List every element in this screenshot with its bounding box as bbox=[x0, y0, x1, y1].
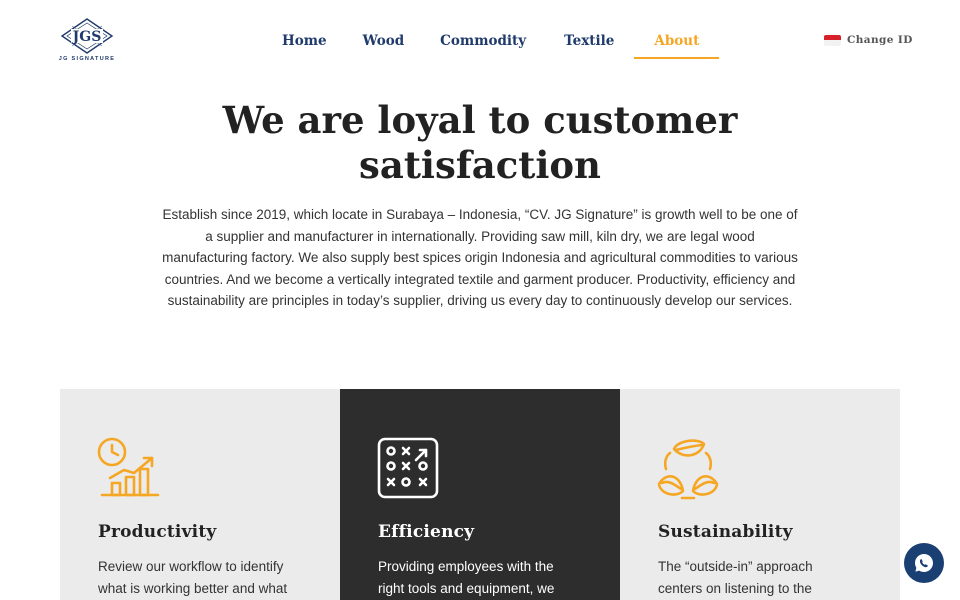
whatsapp-icon bbox=[915, 554, 933, 572]
card-text: Providing employees with the right tools… bbox=[378, 559, 555, 596]
brand-caption: JG SIGNATURE bbox=[58, 56, 116, 62]
brand-logo[interactable]: JGS JG SIGNATURE bbox=[56, 18, 118, 64]
nav-wood[interactable]: Wood bbox=[363, 22, 405, 58]
svg-text:JGS: JGS bbox=[71, 29, 102, 45]
language-switcher[interactable]: Change ID bbox=[824, 34, 913, 46]
nav-commodity[interactable]: Commodity bbox=[440, 22, 526, 58]
card-productivity: Productivity Review our workflow to iden… bbox=[60, 389, 340, 600]
principles-cards: Productivity Review our workflow to iden… bbox=[60, 389, 900, 600]
language-label: Change ID bbox=[847, 34, 913, 46]
productivity-chart-icon bbox=[97, 437, 160, 497]
indonesia-flag-icon bbox=[824, 34, 841, 46]
card-title: Efficiency bbox=[378, 522, 475, 542]
intro-paragraph: Establish since 2019, which locate in Su… bbox=[150, 204, 810, 312]
jgs-logo-icon: JGS bbox=[60, 18, 114, 54]
card-title: Sustainability bbox=[658, 522, 793, 542]
strategy-board-icon bbox=[377, 437, 439, 499]
card-text: The “outside-in” approach centers on lis… bbox=[658, 559, 813, 596]
nav-home[interactable]: Home bbox=[282, 22, 327, 58]
main-nav: Home Wood Commodity Textile About bbox=[264, 22, 720, 62]
card-title: Productivity bbox=[98, 522, 217, 542]
page-title: We are loyal to customer satisfaction bbox=[180, 98, 780, 188]
card-efficiency: Efficiency Providing employees with the … bbox=[340, 389, 620, 600]
title-line-1: We are loyal to customer bbox=[222, 98, 738, 142]
intro-line: a supplier and manufacturer in internati… bbox=[205, 228, 755, 244]
intro-line: manufacturing factory. We also supply be… bbox=[162, 250, 798, 265]
intro-line: countries. And we become a vertically in… bbox=[164, 271, 796, 287]
card-text: Review our workflow to identify what is … bbox=[98, 559, 288, 596]
nav-about[interactable]: About bbox=[634, 22, 720, 59]
whatsapp-chat-button[interactable] bbox=[904, 543, 944, 583]
nav-textile[interactable]: Textile bbox=[564, 22, 614, 58]
intro-line: Establish since 2019, which locate in Su… bbox=[162, 207, 798, 222]
card-sustainability: Sustainability The “outside-in” approach… bbox=[620, 389, 900, 600]
title-line-2: satisfaction bbox=[359, 143, 601, 187]
intro-line: sustainability are principles in today’s… bbox=[167, 293, 793, 308]
site-header: JGS JG SIGNATURE Home Wood Commodity Tex… bbox=[0, 0, 960, 82]
recycle-leaves-icon bbox=[657, 439, 719, 500]
